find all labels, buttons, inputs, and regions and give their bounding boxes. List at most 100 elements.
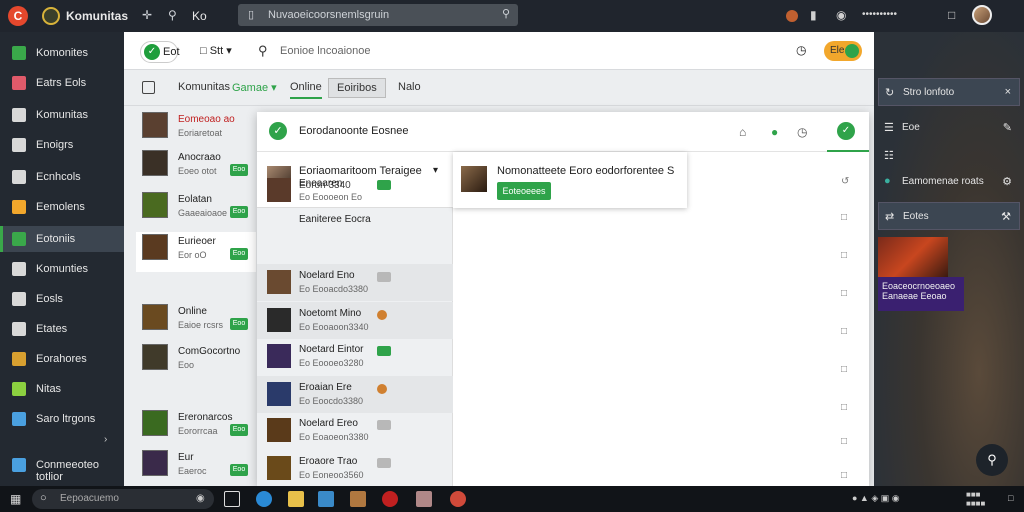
status-badge: Eoo (230, 424, 248, 436)
member-row[interactable]: Eaniteree Eocra (257, 208, 453, 245)
sidebar-item[interactable]: Conmeeoteo totlior › (0, 434, 124, 483)
task-view-icon[interactable] (224, 491, 240, 507)
list-item[interactable]: Eomeoao ao Eoriaretoat (136, 110, 256, 150)
media-app-icon[interactable] (382, 491, 398, 507)
sidebar-item[interactable]: Komonites (0, 40, 124, 66)
friend-name: Eomeoao ao (178, 114, 235, 125)
browser-app-icon[interactable] (450, 491, 466, 507)
list-item[interactable]: ComGocortno Eoo (136, 342, 256, 382)
right-panel-item-label: Eoe (902, 122, 920, 133)
sidebar-item[interactable]: Komunties (0, 256, 124, 282)
sidebar-item-label: Eatrs Eols (36, 77, 87, 89)
game-app-icon[interactable] (350, 491, 366, 507)
sidebar-item[interactable]: Ecnhcols (0, 164, 124, 190)
sidebar-item[interactable]: Eosls (0, 286, 124, 312)
list-item[interactable]: Online Eaioe rcsrs Eoo (136, 302, 256, 342)
sidebar-item-label: Eosls (36, 293, 63, 305)
list-item[interactable]: Anocraao Eoeo otot Eoo (136, 148, 256, 188)
sidebar-item[interactable]: Eemolens (0, 194, 124, 220)
select-all-checkbox[interactable] (142, 81, 155, 94)
tab-komunitas[interactable]: Komunitas (178, 81, 230, 93)
member-row[interactable]: Noelard Ereo Eo Eoaoeon3380 (257, 412, 453, 449)
right-panel-item[interactable]: ☷ (878, 142, 1020, 170)
search-icon[interactable]: ⚲ (502, 7, 510, 20)
status-toggle[interactable]: Ele (824, 41, 862, 61)
list-item[interactable]: Ereronarcos Eororrcaa Eoo (136, 408, 256, 448)
title-bar: C Komunitas ✛ ⚲ Ko ▯ Nuvaoeicoorsnemlsgr… (0, 0, 1024, 32)
clock-icon[interactable]: ◷ (796, 43, 806, 57)
home-icon[interactable]: ⌂ (739, 125, 746, 139)
clock-icon[interactable]: ◷ (797, 125, 807, 139)
member-row[interactable]: Noelard Eno Eo Eooacdo3380 (257, 264, 453, 301)
tab-games[interactable]: Gamae ▾ (232, 81, 277, 94)
pin-icon[interactable]: ⚲ (168, 8, 177, 22)
voice-icon[interactable]: ◉ (196, 493, 212, 509)
location-icon[interactable]: ● (771, 125, 778, 139)
row-action-icon[interactable]: □ (841, 326, 847, 337)
folder-icon[interactable] (288, 491, 304, 507)
sidebar-item[interactable]: Etates (0, 316, 124, 342)
tab-favorites[interactable]: Eoiribos (328, 78, 386, 98)
list-item[interactable]: Eurieoer Eor oO Eoo (136, 232, 256, 272)
get-button[interactable]: ✓ Eot (140, 41, 180, 63)
status-dropdown[interactable]: □ Stt ▾ (200, 44, 232, 57)
row-action-icon[interactable]: □ (841, 436, 847, 447)
tab-nalo[interactable]: Nalo (398, 81, 421, 93)
tray-icons[interactable]: ● ▲ ◈ ▣ ◉ (852, 493, 900, 504)
list-item[interactable]: Eolatan Gaaeaioaoe Eoo (136, 190, 256, 230)
sidebar-item[interactable]: Saro ltrgons (0, 406, 124, 432)
right-panel-item[interactable]: ☰ Eoe ✎ (878, 114, 1020, 142)
sidebar-item[interactable]: Nitas (0, 376, 124, 402)
row-action-icon[interactable]: □ (841, 402, 847, 413)
row-action-icon[interactable]: □ (841, 250, 847, 261)
taskbar-search[interactable]: ○ Eepoacuemo (32, 489, 214, 509)
notification-center-icon[interactable]: □ (1008, 493, 1013, 503)
row-action-icon[interactable]: □ (841, 470, 847, 481)
row-action-icon[interactable]: ⚙ (1002, 175, 1012, 188)
right-panel-item[interactable]: ↻ Stro lonfoto × (878, 78, 1020, 106)
store-icon[interactable] (318, 491, 334, 507)
windows-start-icon[interactable]: ▦ (10, 492, 21, 506)
row-action-icon[interactable]: ✎ (1003, 121, 1012, 134)
friend-name: Online (178, 306, 207, 317)
tab-online[interactable]: Online (290, 81, 322, 99)
nav-label[interactable]: Ko (192, 9, 207, 23)
row-action-icon[interactable]: ↺ (841, 176, 849, 187)
sidebar-item[interactable]: Eotoniis (0, 226, 124, 252)
member-row[interactable]: Eneaaren Eo Eoooeon Eo (257, 172, 453, 209)
row-action-icon[interactable]: × (1005, 86, 1011, 98)
sidebar-item[interactable]: Eatrs Eols (0, 70, 124, 96)
confirm-icon[interactable]: ✓ (837, 122, 855, 140)
active-app-icon[interactable] (416, 491, 432, 507)
sidebar-item[interactable]: Enoigrs (0, 132, 124, 158)
row-action-icon[interactable]: ⚒ (1001, 210, 1011, 223)
sidebar-item[interactable]: Eorahores (0, 346, 124, 372)
right-panel-item[interactable]: ⇄ Eotes ⚒ (878, 202, 1020, 230)
window-icon (12, 458, 26, 472)
sidebar-item-label: Enoigrs (36, 139, 74, 151)
member-row[interactable]: Eroaore Trao Eo Eoneoo3560 (257, 450, 453, 487)
row-action-icon[interactable]: □ (841, 212, 847, 223)
edge-icon[interactable] (256, 491, 272, 507)
search-field[interactable]: ⚲ Eonioe lncoaionoe (254, 40, 784, 62)
member-row[interactable]: Noetomt Mino Eo Eooaoon3340 (257, 302, 453, 339)
status-badge: Eoo (230, 206, 248, 218)
copy-icon[interactable]: ▮ (810, 8, 817, 22)
notification-icon[interactable] (786, 10, 798, 22)
member-row[interactable]: Noetard Eintor Eo Eoooeo3280 (257, 338, 453, 375)
sidebar-item[interactable]: Komunitas (0, 102, 124, 128)
game-thumbnail[interactable] (878, 237, 948, 277)
profile-mini-icon[interactable]: ◉ (836, 8, 846, 22)
member-row[interactable]: Eroaian Ere Eo Eoocdo3380 (257, 376, 453, 413)
avatar[interactable] (972, 5, 992, 25)
plus-icon[interactable]: ✛ (142, 8, 152, 22)
list-item[interactable]: Eur Eaeroc Eoo (136, 448, 256, 488)
popup-action-button[interactable]: Eoteoeees (497, 182, 551, 200)
chat-fab-icon[interactable]: ⚲ (976, 444, 1008, 476)
window-icon[interactable]: □ (948, 8, 955, 22)
chevron-right-icon[interactable]: › (104, 434, 107, 445)
row-action-icon[interactable]: □ (841, 288, 847, 299)
right-panel-item[interactable]: ● Eamomenae roats ⚙ (878, 168, 1020, 196)
row-action-icon[interactable]: □ (841, 364, 847, 375)
address-bar[interactable]: ▯ Nuvaoeicoorsnemlsgruin ⚲ (238, 4, 518, 26)
